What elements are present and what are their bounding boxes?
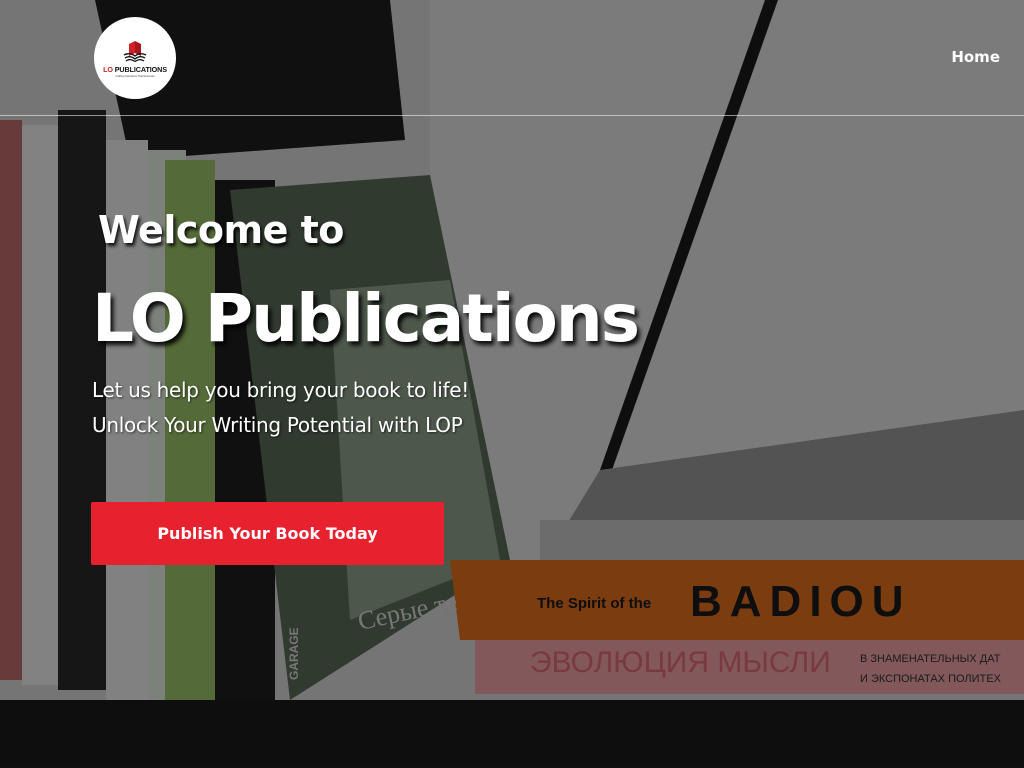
publish-book-button[interactable]: Publish Your Book Today bbox=[91, 502, 444, 565]
hero-title: LO Publications bbox=[92, 280, 640, 357]
hero-section: The Spirit of the BADIOU ЭВОЛЮЦИЯ МЫСЛИ … bbox=[0, 0, 1024, 768]
hero-tagline-line-2: Unlock Your Writing Potential with LOP bbox=[92, 413, 463, 437]
logo-tagline: Crafting Narratives That Resonate bbox=[115, 75, 155, 78]
hero-tagline-line-1: Let us help you bring your book to life! bbox=[92, 378, 469, 402]
nav-link-home[interactable]: Home bbox=[951, 48, 1000, 66]
open-book-icon bbox=[123, 41, 147, 62]
site-header: LO PUBLICATIONS Crafting Narratives That… bbox=[0, 0, 1024, 116]
hero-welcome-heading: Welcome to bbox=[98, 208, 344, 252]
site-logo[interactable]: LO PUBLICATIONS Crafting Narratives That… bbox=[94, 17, 176, 99]
logo-name: LO PUBLICATIONS bbox=[103, 65, 167, 74]
